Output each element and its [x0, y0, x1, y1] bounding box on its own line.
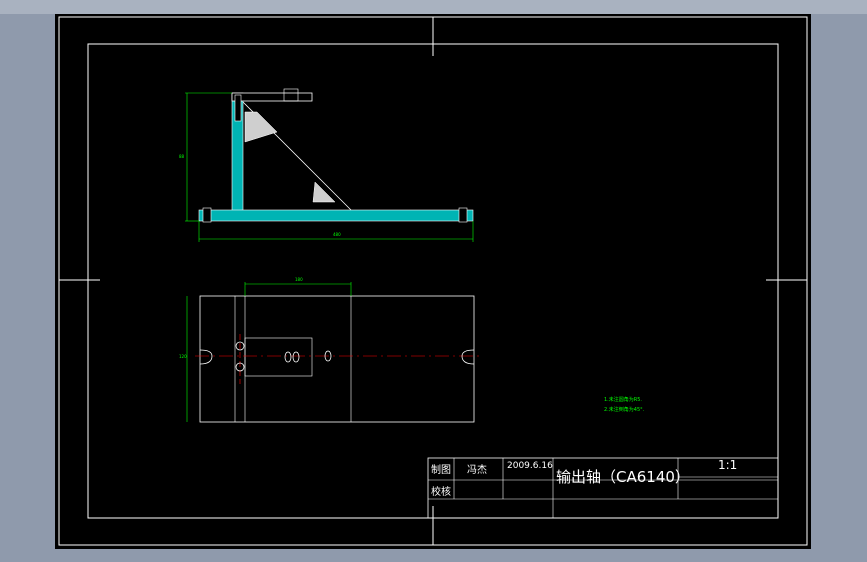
- slot-hole-b: [292, 351, 300, 363]
- right-u-slot: [461, 349, 475, 365]
- drawing-sheet: 制图 冯杰 2009.6.16 输出轴（CA6140） 1:1 校核 1.未注圆…: [55, 14, 811, 549]
- drawing-date: 2009.6.16: [507, 461, 553, 471]
- drafter-name: 冯杰: [467, 465, 487, 476]
- drafter-label: 制图: [431, 465, 451, 476]
- slot-hole-a: [284, 351, 292, 363]
- dim-width-top-text: 180: [295, 277, 303, 282]
- dim-height-top-text: 120: [179, 354, 187, 359]
- top-arm-plan: [244, 337, 313, 377]
- checker-label: 校核: [431, 487, 451, 498]
- left-slot: [202, 207, 212, 223]
- note-line-2: 2.未注倒角为45°.: [604, 407, 645, 413]
- top-arm: [231, 92, 313, 102]
- top-view: [186, 282, 479, 423]
- drawing-border: [87, 43, 779, 519]
- weld-upper: [244, 111, 278, 143]
- base-plate: [198, 209, 474, 222]
- top-view-outline: [199, 295, 475, 423]
- weld-lower: [312, 181, 336, 203]
- drawing-title: 输出轴（CA6140）: [556, 468, 690, 486]
- dim-height-front-text: 88: [179, 154, 185, 159]
- drawing-scale: 1:1: [718, 458, 738, 472]
- dim-width-front-text: 480: [333, 232, 341, 237]
- window-top-strip: [0, 0, 867, 14]
- vertical-bolt: [234, 94, 242, 122]
- right-slot: [458, 207, 468, 223]
- note-line-1: 1.未注圆角为R5.: [604, 397, 643, 403]
- left-u-slot: [199, 349, 213, 365]
- front-view: [185, 88, 474, 242]
